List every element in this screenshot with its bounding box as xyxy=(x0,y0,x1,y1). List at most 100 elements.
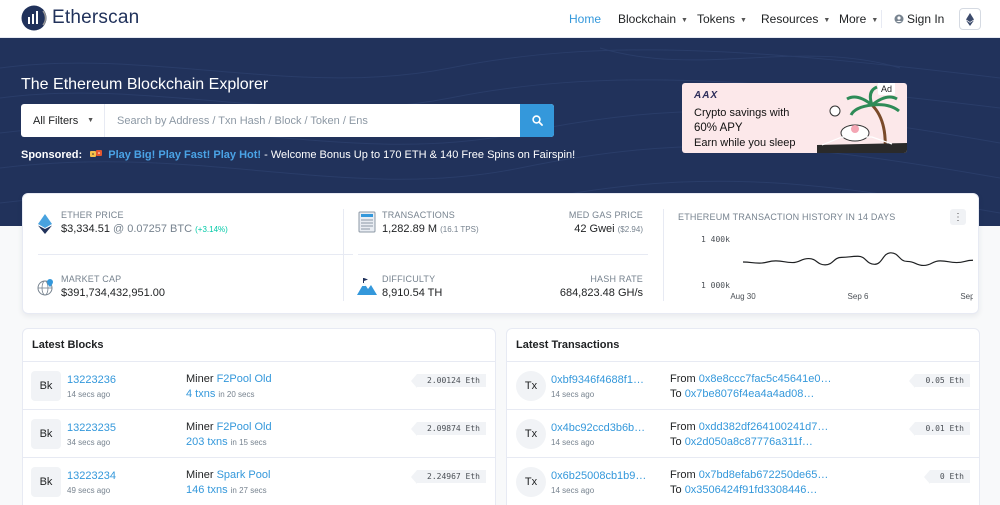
sponsored-link[interactable]: Play Big! Play Fast! Play Hot! xyxy=(108,149,261,161)
tx-to-link[interactable]: 0x7be8076f4ea4a4ad08… xyxy=(685,388,815,400)
tx-from-link[interactable]: 0x7bd8efab672250de65… xyxy=(699,469,829,481)
search-icon xyxy=(531,115,543,126)
nav-sign-in[interactable]: Sign In xyxy=(894,12,944,26)
block-age: 49 secs ago xyxy=(67,486,111,495)
tx-to-link[interactable]: 0x2d050a8c87776a311f… xyxy=(685,436,813,448)
block-reward-badge: 2.09874 Eth xyxy=(411,422,486,436)
block-txns-link[interactable]: 4 txns xyxy=(186,388,215,400)
block-txns: 4 txns in 20 secs xyxy=(186,388,254,400)
chart-menu-button[interactable]: ⋮ xyxy=(950,209,966,225)
gas-price-value: 42 Gwei ($2.94) xyxy=(574,223,643,235)
transaction-row: Tx 0x6b25008cb1b9… 14 secs ago From 0x7b… xyxy=(507,458,979,505)
nav-home[interactable]: Home xyxy=(569,12,601,26)
ether-price-change: (+3.14%) xyxy=(195,225,228,234)
divider xyxy=(358,254,648,255)
difficulty-link[interactable]: 8,910.54 TH xyxy=(382,287,442,299)
chart-title: ETHEREUM TRANSACTION HISTORY IN 14 DAYS xyxy=(678,212,896,222)
ether-price-value: $3,334.51 @ 0.07257 BTC (+3.14%) xyxy=(61,223,228,235)
miner-link[interactable]: Spark Pool xyxy=(217,469,271,481)
search-filter-select[interactable]: All Filters ▼ xyxy=(21,104,105,137)
tx-value-badge: 0.01 Eth xyxy=(909,422,970,436)
data-point[interactable] xyxy=(922,264,925,267)
x-tick-label: Sep 13 xyxy=(960,292,973,301)
latest-transactions-title: Latest Transactions xyxy=(507,329,979,362)
search-button[interactable] xyxy=(520,104,554,137)
y-tick-label: 1 400k xyxy=(701,235,730,244)
from-prefix: From xyxy=(670,421,696,433)
transactions-count[interactable]: 1,282.89 M xyxy=(382,223,437,235)
nav-tokens[interactable]: Tokens ▼ xyxy=(697,12,747,26)
miner-link[interactable]: F2Pool Old xyxy=(217,373,272,385)
data-point[interactable] xyxy=(955,261,958,264)
gas-price-gwei[interactable]: 42 Gwei xyxy=(574,223,614,235)
etherscan-logo[interactable]: Etherscan xyxy=(21,5,139,31)
tx-to-link[interactable]: 0x3506424f91fd3308446… xyxy=(685,484,818,496)
tx-hash-link[interactable]: 0xbf9346f4688f1… xyxy=(551,374,644,386)
chevron-down-icon: ▼ xyxy=(87,117,94,124)
ad-brand: AAX xyxy=(694,90,719,101)
data-point[interactable] xyxy=(742,261,745,264)
block-reward-badge: 2.24967 Eth xyxy=(411,470,486,484)
search-input[interactable] xyxy=(105,104,520,137)
network-switch-button[interactable] xyxy=(959,8,981,30)
data-point[interactable] xyxy=(758,262,761,265)
etherscan-logo-icon xyxy=(21,5,47,31)
block-txns-link[interactable]: 203 txns xyxy=(186,436,228,448)
sponsored-text: - Welcome Bonus Up to 170 ETH & 140 Free… xyxy=(261,149,576,161)
x-tick-label: Sep 6 xyxy=(848,292,869,301)
tx-from: From 0xdd382df264100241d7… xyxy=(670,421,828,433)
data-point[interactable] xyxy=(972,259,974,262)
market-cap-value: $391,734,432,951.00 xyxy=(61,287,165,299)
miner-link[interactable]: F2Pool Old xyxy=(217,421,272,433)
miner-prefix: Miner xyxy=(186,469,214,481)
tx-to: To 0x2d050a8c87776a311f… xyxy=(670,436,813,448)
chevron-down-icon: ▼ xyxy=(740,17,747,24)
data-point[interactable] xyxy=(906,260,909,263)
block-age: 14 secs ago xyxy=(67,390,111,399)
block-miner: Miner F2Pool Old xyxy=(186,373,272,385)
server-icon xyxy=(358,211,376,233)
block-number-link[interactable]: 13223234 xyxy=(67,470,116,482)
market-cap-label: MARKET CAP xyxy=(61,274,122,284)
fire-dice-icon xyxy=(89,148,103,159)
gas-price-label: MED GAS PRICE xyxy=(568,210,643,220)
ethereum-icon xyxy=(38,214,52,234)
tx-from-link[interactable]: 0xdd382df264100241d7… xyxy=(699,421,829,433)
chevron-down-icon: ▼ xyxy=(871,17,879,24)
data-point[interactable] xyxy=(774,259,777,262)
page-title: The Ethereum Blockchain Explorer xyxy=(21,76,269,93)
miner-prefix: Miner xyxy=(186,373,214,385)
y-tick-label: 1 000k xyxy=(701,281,730,290)
tx-value-badge: 0 Eth xyxy=(923,470,970,484)
nav-divider xyxy=(881,10,882,28)
difficulty-value: 8,910.54 TH xyxy=(382,287,442,299)
hash-rate-link[interactable]: 684,823.48 GH/s xyxy=(560,287,643,299)
data-point[interactable] xyxy=(791,261,794,264)
ad-banner[interactable]: Ad AAX Crypto savings with 60% APY Earn … xyxy=(682,83,907,153)
from-prefix: From xyxy=(670,469,696,481)
tx-from-link[interactable]: 0x8e8ccc7fac5c45641e0… xyxy=(699,373,832,385)
data-point[interactable] xyxy=(857,255,860,258)
block-age: 34 secs ago xyxy=(67,438,111,447)
block-miner: Miner Spark Pool xyxy=(186,469,270,481)
data-point[interactable] xyxy=(873,263,876,266)
data-point[interactable] xyxy=(889,251,892,254)
to-prefix: To xyxy=(670,484,682,496)
nav-more[interactable]: More ▼ xyxy=(839,12,878,26)
data-point[interactable] xyxy=(939,259,942,262)
transaction-row: Tx 0x4bc92ccd3b6b… 14 secs ago From 0xdd… xyxy=(507,410,979,458)
data-point[interactable] xyxy=(840,256,843,259)
tx-hash-link[interactable]: 0x6b25008cb1b9… xyxy=(551,470,646,482)
block-txns-time: in 15 secs xyxy=(230,438,267,447)
data-point[interactable] xyxy=(824,263,827,266)
block-miner: Miner F2Pool Old xyxy=(186,421,272,433)
block-number-link[interactable]: 13223236 xyxy=(67,374,116,386)
block-number-link[interactable]: 13223235 xyxy=(67,422,116,434)
search-filter-value: All Filters xyxy=(33,114,79,127)
block-txns-link[interactable]: 146 txns xyxy=(186,484,228,496)
tx-hash-link[interactable]: 0x4bc92ccd3b6b… xyxy=(551,422,645,434)
nav-resources[interactable]: Resources ▼ xyxy=(761,12,830,26)
data-point[interactable] xyxy=(807,257,810,260)
nav-blockchain[interactable]: Blockchain ▼ xyxy=(618,12,688,26)
ether-price-usd[interactable]: $3,334.51 xyxy=(61,223,110,235)
